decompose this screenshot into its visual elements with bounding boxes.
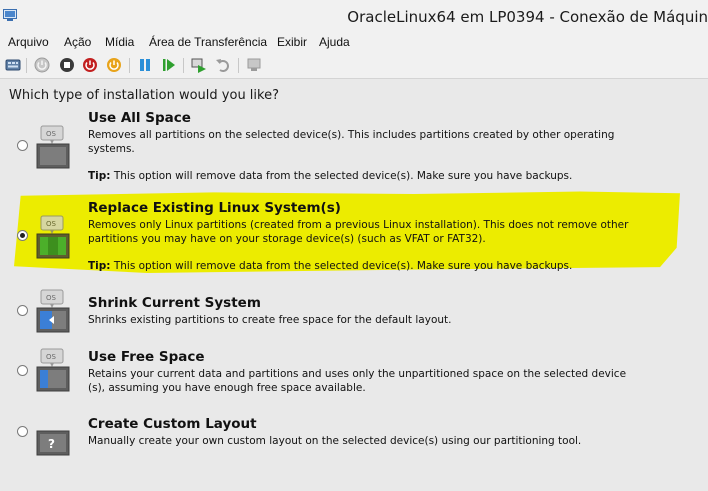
menu-ajuda[interactable]: Ajuda (319, 35, 350, 49)
toolbar-separator (129, 58, 130, 73)
svg-text:OS: OS (46, 294, 57, 302)
title-bar: OracleLinux64 em LP0394 - Conexão de Máq… (0, 0, 708, 33)
option-title: Shrink Current System (88, 295, 261, 311)
radio-use-free-space[interactable] (17, 365, 28, 376)
svg-text:OS: OS (46, 130, 57, 138)
svg-text:OS: OS (46, 353, 57, 361)
disk-free-space-icon: OS (36, 348, 70, 392)
installation-type-panel: Which type of installation would you lik… (0, 79, 708, 491)
svg-text:OS: OS (46, 220, 57, 228)
option-tip: Tip: This option will remove data from t… (88, 170, 572, 182)
option-description-line-1: Shrinks existing partitions to create fr… (88, 314, 452, 326)
option-title: Use Free Space (88, 349, 205, 365)
vm-connection-icon (3, 9, 17, 21)
option-description-line-2: systems. (88, 143, 135, 155)
enhanced-session-icon[interactable] (245, 56, 263, 74)
option-title: Use All Space (88, 110, 191, 126)
option-description-line-1: Manually create your own custom layout o… (88, 435, 582, 447)
radio-replace-existing-linux[interactable] (17, 230, 28, 241)
resume-icon[interactable] (160, 56, 178, 74)
turn-off-icon[interactable] (58, 56, 76, 74)
tip-label: Tip: (88, 170, 111, 182)
menu-bar: Arquivo Ação Mídia Área de Transferência… (0, 33, 708, 53)
toolbar-separator (238, 58, 239, 73)
option-tip: Tip: This option will remove data from t… (88, 260, 572, 272)
option-description-line-1: Removes all partitions on the selected d… (88, 129, 615, 141)
svg-text:?: ? (48, 437, 55, 451)
window-title: OracleLinux64 em LP0394 - Conexão de Máq… (347, 8, 708, 26)
tip-text: This option will remove data from the se… (113, 260, 573, 272)
menu-arquivo[interactable]: Arquivo (8, 35, 49, 49)
menu-exibir[interactable]: Exibir (277, 35, 307, 49)
disk-custom-layout-icon: ? (36, 430, 70, 456)
menu-acao[interactable]: Ação (64, 35, 91, 49)
toolbar-separator (183, 58, 184, 73)
page-question: Which type of installation would you lik… (9, 88, 279, 103)
tip-label: Tip: (88, 260, 111, 272)
disk-replace-linux-icon: OS (36, 215, 70, 259)
revert-icon[interactable] (214, 56, 232, 74)
radio-use-all-space[interactable] (17, 140, 28, 151)
option-description-line-1: Removes only Linux partitions (created f… (88, 219, 629, 231)
checkpoint-icon[interactable] (190, 56, 208, 74)
ctrl-alt-del-icon[interactable] (4, 56, 22, 74)
option-title: Create Custom Layout (88, 416, 257, 432)
pause-icon[interactable] (136, 56, 154, 74)
disk-all-space-icon: OS (36, 125, 70, 169)
toolbar (0, 53, 708, 79)
option-description-line-2: (s), assuming you have enough free space… (88, 382, 366, 394)
menu-midia[interactable]: Mídia (105, 35, 134, 49)
option-description-line-1: Retains your current data and partitions… (88, 368, 627, 380)
option-description-line-2: partitions you may have on your storage … (88, 233, 486, 245)
tip-text: This option will remove data from the se… (113, 170, 573, 182)
start-icon[interactable] (33, 56, 51, 74)
option-title: Replace Existing Linux System(s) (88, 200, 341, 216)
toolbar-separator (26, 58, 27, 73)
disk-shrink-icon: OS (36, 289, 70, 333)
menu-area-de-transferencia[interactable]: Área de Transferência (149, 35, 267, 49)
power-icon[interactable] (105, 56, 123, 74)
shutdown-icon[interactable] (81, 56, 99, 74)
radio-shrink-current-system[interactable] (17, 305, 28, 316)
radio-create-custom-layout[interactable] (17, 426, 28, 437)
